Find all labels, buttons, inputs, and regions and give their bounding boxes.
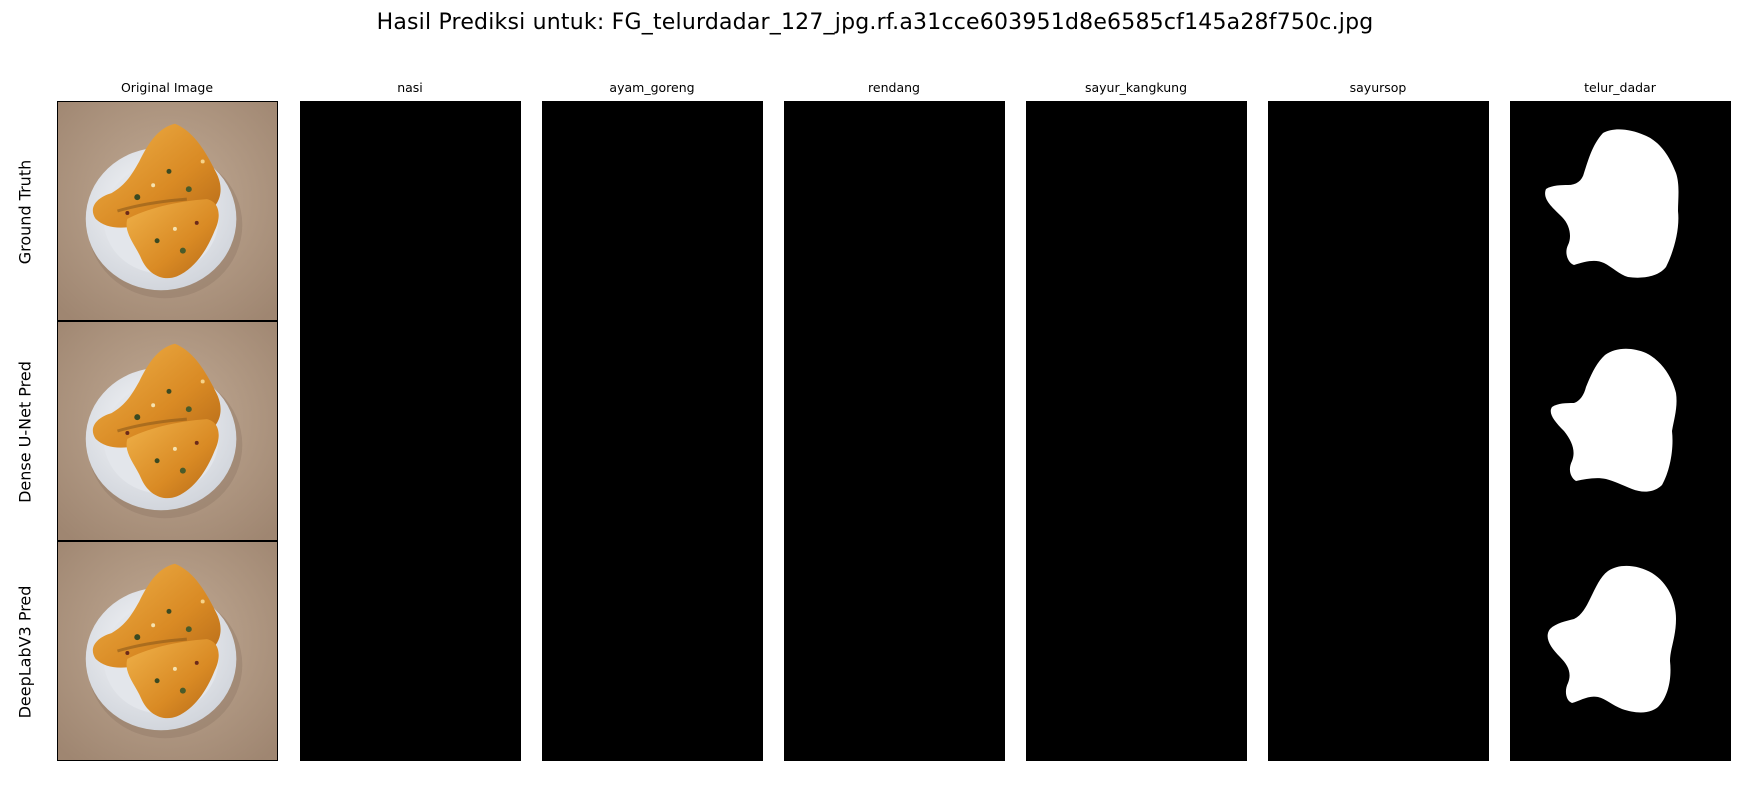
mask-deeplabv3-telur-dadar bbox=[1510, 541, 1731, 761]
food-photo bbox=[58, 102, 277, 320]
row-label-text: DeepLabV3 Pred bbox=[15, 585, 35, 719]
column-title-original-image: Original Image bbox=[120, 80, 214, 95]
mask-deeplabv3-sayur-kangkung bbox=[1026, 541, 1247, 761]
mask-dense-unet-sayursop bbox=[1268, 321, 1489, 541]
column-title-nasi: nasi bbox=[397, 80, 423, 95]
mask-deeplabv3-sayursop bbox=[1268, 541, 1489, 761]
food-photo bbox=[58, 322, 277, 540]
column-title-telur-dadar: telur_dadar bbox=[1584, 80, 1656, 95]
mask-ground-truth-sayur-kangkung bbox=[1026, 101, 1247, 321]
mask-dense-unet-sayur-kangkung bbox=[1026, 321, 1247, 541]
column-title-sayur-kangkung: sayur_kangkung bbox=[1084, 80, 1188, 95]
original-image-ground-truth bbox=[57, 101, 278, 321]
column-title-ayam-goreng: ayam_goreng bbox=[609, 80, 695, 95]
mask-dense-unet-ayam-goreng bbox=[542, 321, 763, 541]
segmentation-mask-shape bbox=[1545, 129, 1679, 278]
mask-dense-unet-rendang bbox=[784, 321, 1005, 541]
mask-ground-truth-nasi bbox=[300, 101, 521, 321]
row-label-text: Dense U-Net Pred bbox=[15, 361, 35, 503]
mask-dense-unet-nasi bbox=[300, 321, 521, 541]
mask-deeplabv3-nasi bbox=[300, 541, 521, 761]
mask-ground-truth-telur-dadar bbox=[1510, 101, 1731, 321]
segmentation-mask-shape bbox=[1550, 348, 1677, 492]
column-title-sayursop: sayursop bbox=[1349, 80, 1407, 95]
mask-ground-truth-ayam-goreng bbox=[542, 101, 763, 321]
mask-ground-truth-sayursop bbox=[1268, 101, 1489, 321]
mask-ground-truth-rendang bbox=[784, 101, 1005, 321]
mask-deeplabv3-rendang bbox=[784, 541, 1005, 761]
food-photo bbox=[58, 542, 277, 760]
row-label-text: Ground Truth bbox=[15, 159, 35, 265]
mask-deeplabv3-ayam-goreng bbox=[542, 541, 763, 761]
figure-title: Hasil Prediksi untuk: FG_telurdadar_127_… bbox=[376, 10, 1374, 35]
original-image-dense-unet bbox=[57, 321, 278, 541]
mask-dense-unet-telur-dadar bbox=[1510, 321, 1731, 541]
original-image-deeplabv3 bbox=[57, 541, 278, 761]
segmentation-mask-shape bbox=[1547, 565, 1676, 713]
column-title-rendang: rendang bbox=[868, 80, 920, 95]
